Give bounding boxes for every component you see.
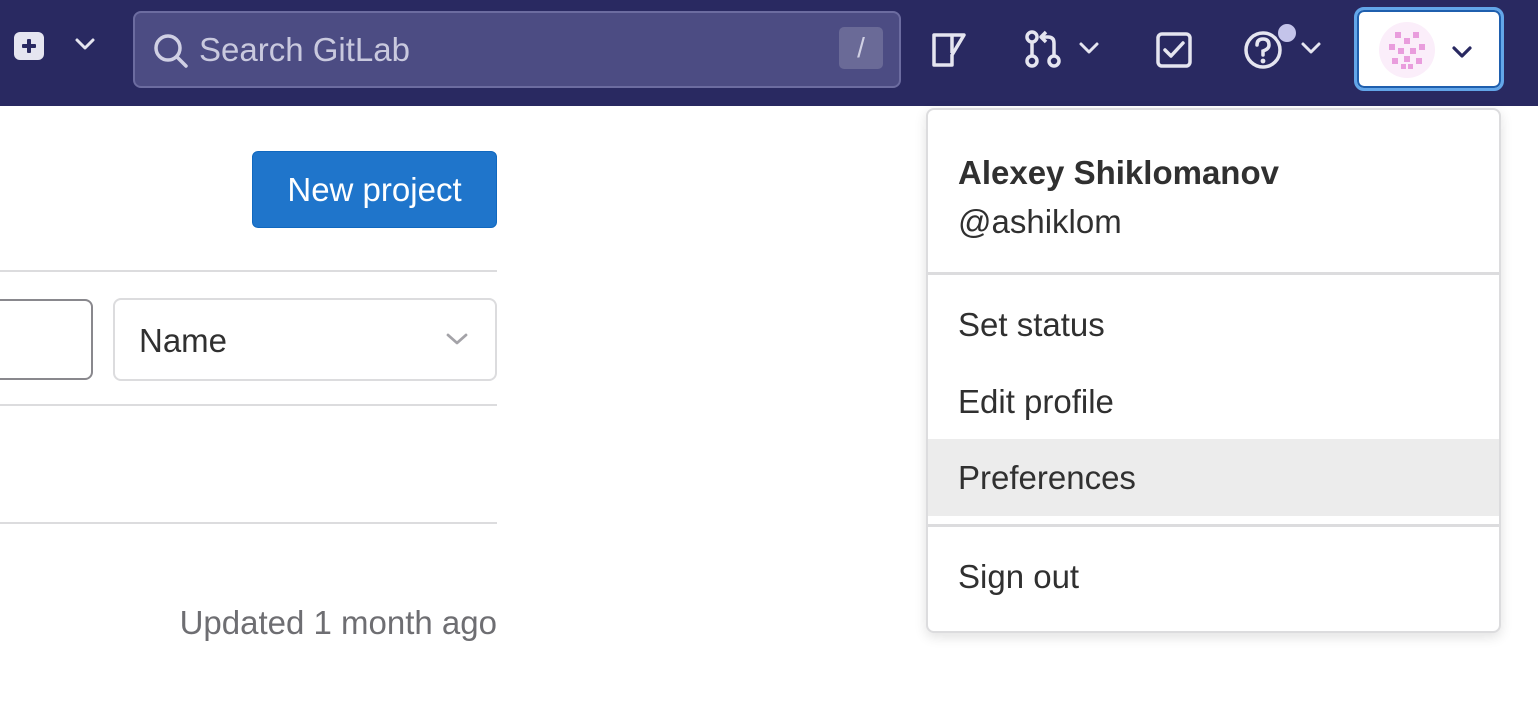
top-navbar: / <box>0 0 1538 106</box>
divider <box>0 270 497 272</box>
search-icon <box>154 34 188 68</box>
menu-item-set-status[interactable]: Set status <box>928 286 1499 363</box>
todo-checkbox-icon[interactable] <box>1155 31 1193 69</box>
identicon-icon <box>1380 23 1434 77</box>
user-dropdown-menu: Alexey Shiklomanov @ashiklom Set status … <box>926 108 1501 633</box>
sort-dropdown[interactable]: Name <box>113 298 497 381</box>
divider <box>0 522 497 524</box>
sort-selected-label: Name <box>139 322 228 359</box>
chevron-down-icon <box>446 333 468 345</box>
search-bar[interactable]: / <box>133 11 901 88</box>
divider <box>0 404 497 406</box>
chevron-down-icon[interactable] <box>74 36 96 52</box>
user-menu-button[interactable] <box>1354 7 1504 91</box>
menu-item-preferences[interactable]: Preferences <box>928 439 1499 516</box>
avatar <box>1379 22 1435 78</box>
search-shortcut-badge: / <box>839 27 883 69</box>
menu-item-edit-profile[interactable]: Edit profile <box>928 363 1499 440</box>
search-input[interactable] <box>199 13 819 86</box>
chevron-down-icon <box>1452 46 1472 58</box>
user-handle[interactable]: @ashiklom <box>958 203 1122 241</box>
chevron-down-icon[interactable] <box>1300 40 1322 56</box>
menu-divider <box>928 272 1499 275</box>
filter-input[interactable] <box>0 299 93 380</box>
new-item-plus-icon[interactable] <box>14 32 44 60</box>
user-full-name[interactable]: Alexey Shiklomanov <box>958 154 1279 192</box>
merge-request-icon[interactable] <box>1024 29 1064 69</box>
menu-item-sign-out[interactable]: Sign out <box>928 538 1499 615</box>
issues-icon[interactable] <box>930 31 968 69</box>
notification-dot <box>1276 22 1298 44</box>
chevron-down-icon[interactable] <box>1078 40 1100 56</box>
new-project-button[interactable]: New project <box>252 151 497 228</box>
updated-timestamp: Updated 1 month ago <box>179 604 497 641</box>
menu-divider <box>928 524 1499 527</box>
